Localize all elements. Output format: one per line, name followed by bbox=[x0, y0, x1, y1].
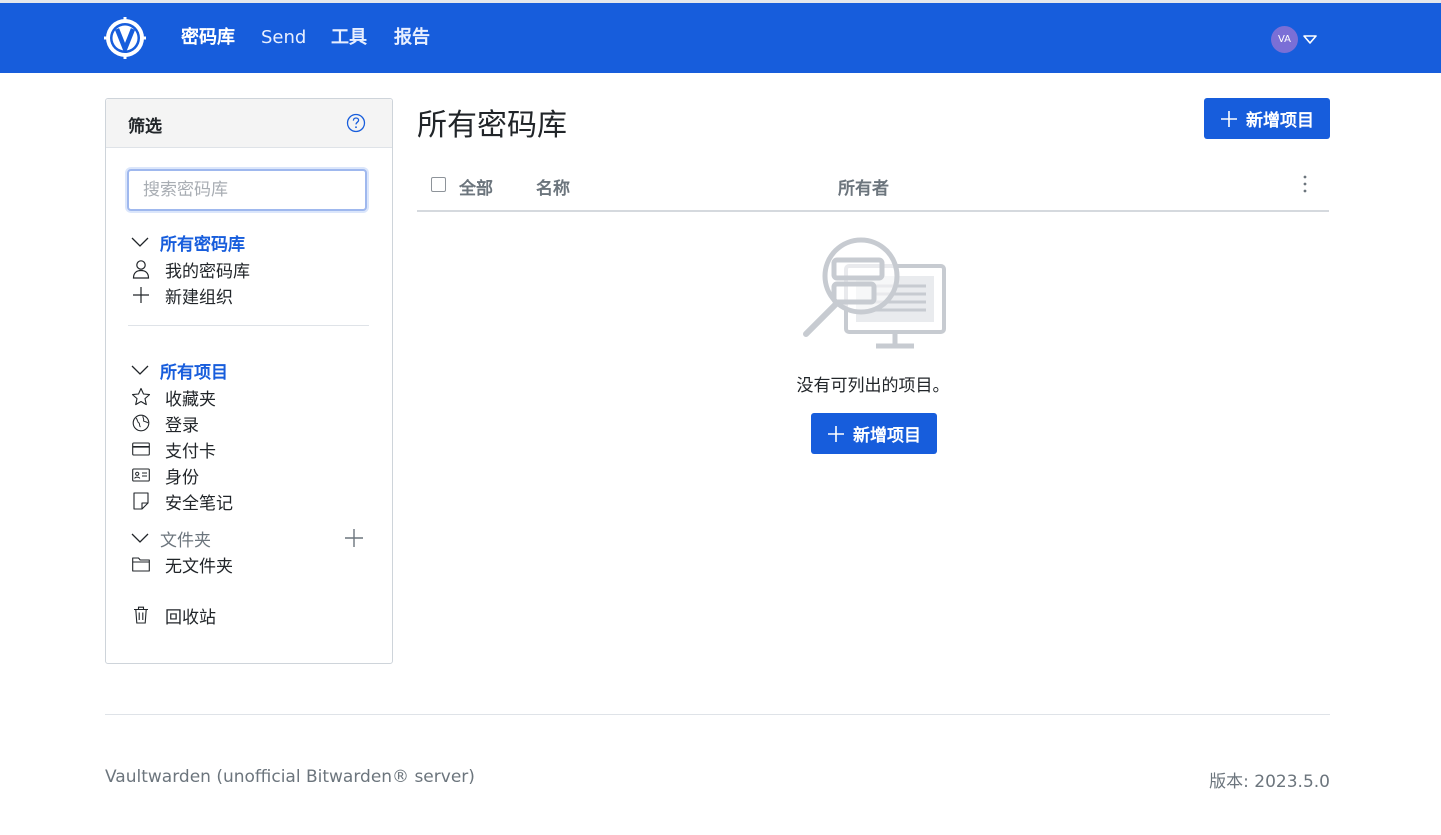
star-icon bbox=[130, 386, 152, 408]
filter-all-items[interactable]: 所有项目 bbox=[130, 358, 228, 383]
nav-reports[interactable]: 报告 bbox=[394, 25, 430, 51]
secure-note-label: 安全笔记 bbox=[165, 493, 233, 514]
card-label: 支付卡 bbox=[165, 441, 216, 462]
trash-label: 回收站 bbox=[165, 607, 216, 628]
more-options-icon[interactable] bbox=[1295, 172, 1315, 196]
all-vaults-label: 所有密码库 bbox=[160, 234, 245, 255]
credit-card-icon bbox=[130, 438, 152, 460]
new-org-label: 新建组织 bbox=[165, 287, 233, 308]
empty-new-item-label: 新增项目 bbox=[853, 426, 921, 446]
filter-card[interactable]: 支付卡 bbox=[130, 437, 216, 462]
top-navbar: 密码库 Send 工具 报告 VA bbox=[0, 3, 1441, 73]
filter-title: 筛选 bbox=[128, 117, 162, 137]
footer-product-name: Vaultwarden (unofficial Bitwarden® serve… bbox=[105, 767, 475, 787]
empty-state-text: 没有可列出的项目。 bbox=[796, 376, 950, 396]
filter-no-folder[interactable]: 无文件夹 bbox=[130, 552, 233, 577]
identity-label: 身份 bbox=[165, 467, 199, 488]
filter-header: 筛选 bbox=[106, 99, 392, 148]
items-table-header: 全部 名称 所有者 bbox=[417, 162, 1329, 212]
page-title: 所有密码库 bbox=[417, 108, 567, 143]
empty-new-item-button[interactable]: 新增项目 bbox=[811, 413, 937, 454]
all-items-label: 所有项目 bbox=[160, 362, 228, 383]
trash-icon bbox=[130, 604, 152, 626]
plus-icon bbox=[1220, 110, 1238, 128]
new-item-label: 新增项目 bbox=[1246, 111, 1314, 131]
plus-icon bbox=[130, 284, 152, 306]
user-icon bbox=[130, 258, 152, 280]
filter-all-vaults[interactable]: 所有密码库 bbox=[130, 230, 245, 255]
nav-vaults[interactable]: 密码库 bbox=[181, 25, 235, 51]
filter-secure-note[interactable]: 安全笔记 bbox=[130, 489, 233, 514]
plus-icon bbox=[827, 425, 845, 443]
column-name: 名称 bbox=[536, 179, 570, 199]
column-all[interactable]: 全部 bbox=[459, 174, 493, 199]
my-vault-label: 我的密码库 bbox=[165, 261, 250, 282]
filter-my-vault[interactable]: 我的密码库 bbox=[130, 257, 250, 282]
sidebar-divider bbox=[128, 325, 369, 326]
caret-down-icon[interactable] bbox=[1303, 35, 1317, 45]
chevron-down-icon bbox=[130, 359, 150, 381]
user-avatar[interactable]: VA bbox=[1271, 26, 1298, 53]
filter-new-organization[interactable]: 新建组织 bbox=[130, 283, 233, 308]
footer-divider bbox=[105, 714, 1330, 715]
question-circle-icon[interactable] bbox=[346, 113, 366, 133]
favorites-label: 收藏夹 bbox=[165, 389, 216, 410]
login-label: 登录 bbox=[165, 415, 199, 436]
add-folder-icon[interactable] bbox=[343, 527, 365, 549]
filter-folders[interactable]: 文件夹 bbox=[130, 526, 211, 551]
select-all-checkbox[interactable] bbox=[431, 177, 446, 192]
folder-icon bbox=[130, 553, 152, 575]
filter-identity[interactable]: 身份 bbox=[130, 463, 199, 488]
folders-label: 文件夹 bbox=[160, 530, 211, 551]
sticky-note-icon bbox=[130, 490, 152, 512]
filter-login[interactable]: 登录 bbox=[130, 411, 199, 436]
filter-sidebar: 筛选 所有密码库 我的密码库 新建组织 所有项目 bbox=[105, 98, 393, 664]
nav-tools[interactable]: 工具 bbox=[331, 25, 367, 51]
vaultwarden-logo-icon[interactable] bbox=[104, 17, 146, 59]
no-items-illustration-icon bbox=[803, 237, 946, 349]
no-folder-label: 无文件夹 bbox=[165, 556, 233, 577]
id-card-icon bbox=[130, 464, 152, 486]
column-owner: 所有者 bbox=[838, 179, 889, 199]
chevron-down-icon bbox=[130, 527, 150, 549]
chevron-down-icon bbox=[130, 231, 150, 253]
filter-favorites[interactable]: 收藏夹 bbox=[130, 385, 216, 410]
filter-trash[interactable]: 回收站 bbox=[130, 603, 216, 628]
globe-icon bbox=[130, 412, 152, 434]
nav-send[interactable]: Send bbox=[261, 25, 306, 51]
new-item-button[interactable]: 新增项目 bbox=[1204, 98, 1330, 139]
footer-version: 版本: 2023.5.0 bbox=[1209, 772, 1330, 792]
vault-search-input[interactable] bbox=[127, 169, 367, 211]
